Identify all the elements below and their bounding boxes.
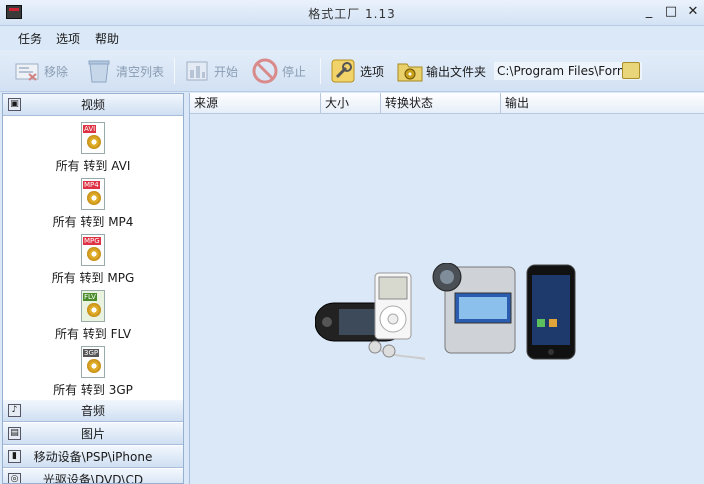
convert-mpg-label: 所有 转到 MPG bbox=[51, 271, 135, 285]
stop-button[interactable]: 停止 bbox=[252, 56, 306, 86]
wrench-icon bbox=[330, 58, 356, 84]
clear-list-button[interactable]: 清空列表 bbox=[86, 56, 164, 86]
avi-file-icon: AVI bbox=[81, 122, 105, 154]
convert-to-mp4[interactable]: MP4 所有 转到 MP4 bbox=[3, 178, 183, 230]
category-mobile-label: 移动设备\PSP\iPhone bbox=[33, 450, 153, 464]
disc-category-icon: ◎ bbox=[8, 473, 21, 483]
convert-3gp-label: 所有 转到 3GP bbox=[53, 383, 133, 397]
3gp-file-icon: 3GP bbox=[81, 346, 105, 378]
options-button[interactable]: 选项 bbox=[330, 56, 384, 86]
category-mobile[interactable]: ▮ 移动设备\PSP\iPhone bbox=[3, 446, 183, 468]
audio-category-icon: ♪ bbox=[8, 404, 21, 417]
category-video[interactable]: ▣ 视频 bbox=[3, 94, 183, 116]
trash-icon bbox=[86, 58, 112, 84]
camcorder-device-image bbox=[432, 263, 516, 354]
category-picture-label: 图片 bbox=[80, 427, 105, 441]
video-category-icon: ▣ bbox=[8, 98, 21, 111]
mpg-tag: MPG bbox=[83, 237, 101, 245]
column-source[interactable]: 来源 bbox=[190, 93, 321, 114]
column-status[interactable]: 转换状态 bbox=[381, 93, 501, 114]
output-folder-button[interactable]: 输出文件夹 bbox=[396, 56, 486, 86]
clear-list-label: 清空列表 bbox=[116, 64, 165, 79]
menu-bar: 任务 选项 帮助 bbox=[0, 26, 704, 50]
browse-folder-icon[interactable] bbox=[622, 62, 640, 79]
start-label: 开始 bbox=[214, 64, 239, 79]
toolbar-separator bbox=[320, 58, 321, 84]
ipod-device-image bbox=[368, 272, 426, 360]
sidebar: ▣ 视频 AVI 所有 转到 AVI MP4 所有 转到 MP4 MPG 所有 … bbox=[2, 93, 184, 484]
toolbar: 移除 清空列表 开始 停止 选项 输出文件夹 C:\Program Files\… bbox=[0, 50, 704, 92]
options-label: 选项 bbox=[360, 64, 385, 79]
output-path-field[interactable]: C:\Program Files\Form. bbox=[494, 62, 642, 80]
mp4-file-icon: MP4 bbox=[81, 178, 105, 210]
convert-to-flv[interactable]: FLV 所有 转到 FLV bbox=[3, 290, 183, 342]
avi-tag: AVI bbox=[83, 125, 97, 133]
close-button[interactable]: ✕ bbox=[684, 4, 702, 20]
mobile-category-icon: ▮ bbox=[8, 450, 21, 463]
smartphone-device-image bbox=[526, 264, 576, 360]
category-disc-label: 光驱设备\DVD\CD bbox=[42, 473, 144, 484]
picture-category-icon: ▤ bbox=[8, 427, 21, 440]
category-audio[interactable]: ♪ 音频 bbox=[3, 400, 183, 422]
mpg-file-icon: MPG bbox=[81, 234, 105, 266]
mp4-tag: MP4 bbox=[83, 181, 100, 189]
convert-to-avi[interactable]: AVI 所有 转到 AVI bbox=[3, 122, 183, 174]
start-icon bbox=[184, 58, 210, 84]
convert-mp4-label: 所有 转到 MP4 bbox=[52, 215, 134, 229]
category-disc[interactable]: ◎ 光驱设备\DVD\CD bbox=[3, 469, 183, 484]
maximize-button[interactable]: □ bbox=[662, 4, 680, 20]
category-video-label: 视频 bbox=[80, 98, 105, 112]
remove-label: 移除 bbox=[44, 64, 69, 79]
menu-task[interactable]: 任务 bbox=[18, 30, 42, 47]
3gp-tag: 3GP bbox=[83, 349, 100, 357]
output-folder-label: 输出文件夹 bbox=[426, 64, 487, 79]
remove-icon bbox=[14, 58, 40, 84]
category-audio-label: 音频 bbox=[80, 404, 105, 418]
stop-icon bbox=[252, 58, 278, 84]
flv-tag: FLV bbox=[83, 293, 97, 301]
menu-help[interactable]: 帮助 bbox=[95, 30, 119, 47]
window-title: 格式工厂 1.13 bbox=[308, 7, 396, 21]
devices-illustration bbox=[315, 263, 576, 360]
column-output[interactable]: 输出 bbox=[501, 93, 704, 114]
output-folder-icon bbox=[396, 58, 423, 84]
column-size[interactable]: 大小 bbox=[321, 93, 381, 114]
convert-avi-label: 所有 转到 AVI bbox=[55, 159, 131, 173]
flv-file-icon: FLV bbox=[81, 290, 105, 322]
file-list[interactable]: 来源 大小 转换状态 输出 bbox=[189, 93, 704, 484]
title-bar: 格式工厂 1.13 _ □ ✕ bbox=[0, 0, 704, 26]
stop-label: 停止 bbox=[282, 64, 307, 79]
remove-button[interactable]: 移除 bbox=[14, 56, 68, 86]
start-button[interactable]: 开始 bbox=[184, 56, 238, 86]
convert-to-3gp[interactable]: 3GP 所有 转到 3GP bbox=[3, 346, 183, 398]
convert-flv-label: 所有 转到 FLV bbox=[54, 327, 132, 341]
menu-options[interactable]: 选项 bbox=[56, 30, 80, 47]
toolbar-separator bbox=[174, 58, 175, 84]
category-picture[interactable]: ▤ 图片 bbox=[3, 423, 183, 445]
minimize-button[interactable]: _ bbox=[640, 4, 658, 20]
convert-to-mpg[interactable]: MPG 所有 转到 MPG bbox=[3, 234, 183, 286]
